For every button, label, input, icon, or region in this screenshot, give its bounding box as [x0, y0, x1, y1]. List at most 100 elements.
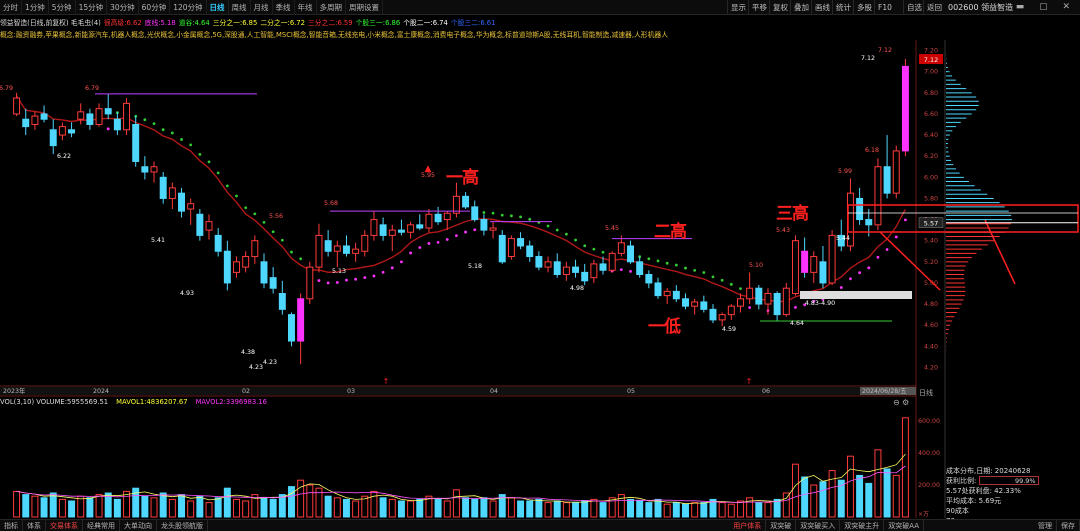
volume-bar: [819, 481, 827, 518]
price-label: 5.18: [468, 263, 482, 270]
tool-button[interactable]: 显示: [727, 0, 749, 15]
candle-body: [535, 256, 543, 268]
price-label: 7.12: [861, 55, 875, 62]
system-tab[interactable]: 用户体系: [729, 519, 767, 531]
candle-body: [260, 261, 268, 284]
trend-dot: [546, 224, 550, 228]
trend-dot: [253, 212, 257, 216]
volume-bar: [443, 500, 451, 518]
bottom-tab[interactable]: 体系: [23, 519, 46, 531]
trend-dot: [867, 266, 871, 270]
system-tab[interactable]: 双突破: [766, 519, 797, 531]
tool-button[interactable]: 平移: [748, 0, 770, 15]
candle-body: [242, 256, 250, 268]
candle-body: [223, 250, 231, 284]
candle-body: [269, 277, 277, 289]
system-tab[interactable]: 双突破主升: [840, 519, 885, 531]
price-label: 4.23: [249, 364, 263, 371]
bottom-tab[interactable]: 大单动向: [120, 519, 157, 531]
tool-button[interactable]: 叠加: [790, 0, 812, 15]
tool-button[interactable]: F10: [874, 0, 895, 15]
trend-dot: [665, 261, 669, 265]
trend-dot: [574, 238, 577, 242]
trend-dot: [354, 277, 358, 281]
price-label: 5.56: [269, 213, 283, 220]
trend-dot: [409, 251, 413, 255]
system-tab[interactable]: 双突破买入: [796, 519, 841, 531]
trend-dot: [445, 238, 449, 241]
volume-bar: [782, 492, 790, 518]
bottom-tab[interactable]: 龙头股领航版: [157, 519, 208, 531]
minus-icon: ⊖: [893, 398, 900, 407]
mark-price-label: 5.57: [924, 220, 938, 228]
trend-dot: [418, 246, 422, 249]
candle-body: [434, 213, 442, 223]
volume-bar: [397, 500, 405, 518]
candle-body: [682, 298, 689, 307]
tool-button[interactable]: 画线: [811, 0, 833, 15]
tool-button[interactable]: 多股: [853, 0, 875, 15]
candle-body: [141, 166, 149, 173]
volume-bar: [865, 482, 873, 518]
tool-button[interactable]: 复权: [769, 0, 791, 15]
trend-dot: [858, 271, 862, 275]
tool-button[interactable]: 统计: [832, 0, 854, 15]
trend-dot: [152, 122, 156, 126]
nav-button[interactable]: 返回: [923, 0, 945, 15]
price-label: 7.12: [878, 47, 892, 54]
price-axis-label: 6.20: [924, 153, 938, 160]
bottom-tab[interactable]: 指标: [0, 519, 23, 531]
volume-bar: [168, 498, 176, 518]
date-label: 2023年: [3, 386, 25, 395]
volume-bar: [416, 498, 424, 518]
period-label: 日线: [919, 389, 933, 397]
volume-bar: [471, 498, 479, 518]
date-axis-bg: [0, 387, 916, 395]
trend-dot: [372, 274, 376, 278]
candle-body: [315, 234, 323, 268]
volume-bar: [590, 498, 598, 518]
trend-dot: [876, 255, 880, 259]
price-label: 5.43: [776, 227, 790, 234]
candle-body: [590, 263, 598, 279]
trend-dot: [244, 206, 248, 210]
trend-dot: [345, 278, 348, 282]
volume-bar: [242, 500, 250, 518]
volume-bar: [77, 495, 85, 518]
candle-body: [416, 224, 424, 229]
candle-body: [498, 234, 506, 263]
candle-body: [40, 113, 48, 120]
price-axis-label: 6.60: [924, 111, 938, 118]
candle-body: [397, 229, 405, 233]
mavol2-label: MAVOL2:3396983.16: [195, 398, 268, 406]
trend-dot: [555, 228, 559, 232]
system-tab[interactable]: 双突破AA: [884, 519, 924, 531]
volume-bar: [333, 497, 341, 518]
price-axis-label: 6.00: [924, 174, 938, 181]
volume-bar: [507, 497, 515, 518]
settings-icon: ⚙: [902, 398, 909, 407]
manage-button[interactable]: 保存: [1057, 519, 1080, 531]
candle-body: [572, 266, 580, 273]
price-axis-label: 5.40: [924, 238, 938, 245]
trend-dot: [180, 138, 183, 141]
bottom-tab[interactable]: 经典常用: [83, 519, 120, 531]
price-axis-label: 5.80: [924, 195, 938, 202]
candle-body: [104, 108, 112, 115]
candle-body: [388, 229, 396, 236]
bottom-tab[interactable]: 交易体系: [46, 519, 83, 531]
manage-button[interactable]: 管理: [1034, 519, 1057, 531]
candle-body: [819, 261, 827, 284]
price-label: 6.79: [85, 85, 99, 92]
trend-dot: [647, 257, 651, 261]
trend-dot: [702, 271, 706, 274]
candle-body: [883, 166, 891, 194]
candle-body: [251, 240, 259, 258]
candle-body: [645, 273, 653, 284]
candle-body: [471, 206, 479, 221]
candle-body: [489, 227, 497, 231]
candle-body: [691, 301, 699, 307]
candle-body: [737, 298, 744, 307]
price-chart[interactable]: 7.207.006.806.606.406.206.005.805.605.40…: [0, 0, 1080, 531]
nav-button[interactable]: 自选: [903, 0, 925, 15]
